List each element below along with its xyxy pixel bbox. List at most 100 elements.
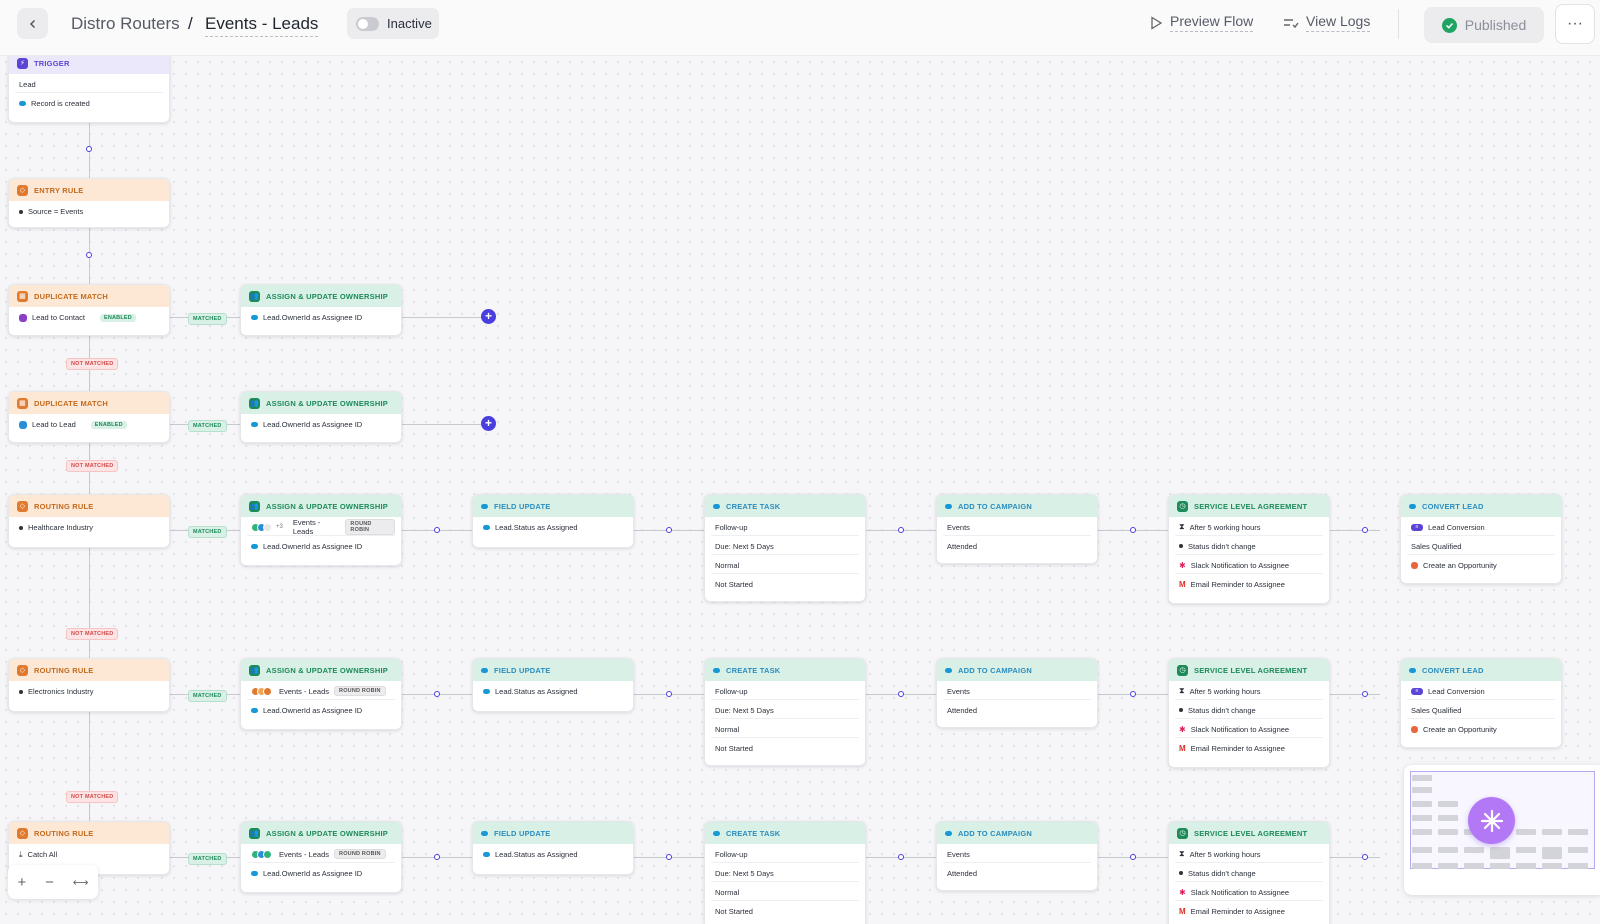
matched-label: MATCHED — [188, 420, 227, 432]
salesforce-icon — [19, 101, 26, 106]
slack-icon: ✱ — [1179, 560, 1186, 570]
add-step-button[interactable]: + — [481, 309, 496, 324]
duplicate-match-node[interactable]: ▦ DUPLICATE MATCH Lead to Lead ENABLED — [8, 391, 170, 443]
duplicate-icon: ▦ — [17, 397, 28, 409]
salesforce-icon — [251, 871, 258, 876]
add-to-campaign-node[interactable]: ADD TO CAMPAIGN Events Attended — [936, 658, 1098, 728]
active-toggle[interactable]: Inactive — [347, 8, 439, 39]
add-to-campaign-node[interactable]: ADD TO CAMPAIGN Events Attended — [936, 821, 1098, 891]
row-text: Lead.Status as Assigned — [495, 687, 578, 696]
opportunity-icon — [1411, 726, 1418, 733]
view-logs-button[interactable]: View Logs — [1283, 13, 1371, 32]
trigger-node[interactable]: ⚡ TRIGGER Lead Record is created — [8, 51, 170, 123]
preview-flow-button[interactable]: Preview Flow — [1150, 13, 1254, 32]
node-title: ADD TO CAMPAIGN — [958, 501, 1032, 511]
node-row: Lead.OwnerId as Assignee ID — [247, 538, 395, 555]
salesforce-icon — [481, 503, 488, 509]
row-text: After 5 working hours — [1189, 686, 1261, 696]
zoom-in-button[interactable]: + — [17, 874, 26, 891]
breadcrumb-parent[interactable]: Distro Routers — [71, 14, 180, 34]
sla-node[interactable]: ◷ SERVICE LEVEL AGREEMENT ⧗ After 5 worki… — [1168, 821, 1330, 924]
avatar — [263, 522, 272, 532]
assignee-avatars — [251, 849, 272, 859]
flow-title[interactable]: Events - Leads — [205, 14, 319, 37]
round-robin-badge: ROUND ROBIN — [334, 849, 386, 859]
assign-ownership-node[interactable]: 👥 ASSIGN & UPDATE OWNERSHIP Events - Lea… — [240, 658, 402, 730]
fit-view-button[interactable]: ⟷ — [73, 876, 89, 889]
node-title: CREATE TASK — [726, 665, 781, 675]
bullet-icon — [1179, 871, 1183, 875]
bullet-icon — [1179, 708, 1183, 712]
rule-icon: ◇ — [17, 664, 28, 676]
convert-lead-node[interactable]: CONVERT LEAD ≡ Lead Conversion Sales Qual… — [1400, 494, 1562, 584]
zoom-out-button[interactable]: − — [45, 874, 54, 891]
hourglass-icon: ⧗ — [1179, 522, 1185, 531]
salesforce-icon — [945, 503, 952, 509]
convert-lead-node[interactable]: CONVERT LEAD ≡ Lead Conversion Sales Qual… — [1400, 658, 1562, 748]
connector-dot — [1130, 527, 1136, 533]
node-row: Events - Leads ROUND ROBIN — [247, 683, 395, 700]
routing-rule-node[interactable]: ◇ ROUTING RULE Healthcare Industry — [8, 494, 170, 548]
sla-node[interactable]: ◷ SERVICE LEVEL AGREEMENT ⧗ After 5 worki… — [1168, 494, 1330, 604]
create-task-node[interactable]: CREATE TASK Follow-up Due: Next 5 Days N… — [704, 658, 866, 766]
node-header: 👥 ASSIGN & UPDATE OWNERSHIP — [241, 392, 401, 414]
flow-canvas[interactable] — [0, 56, 1600, 924]
assign-ownership-node[interactable]: 👥 ASSIGN & UPDATE OWNERSHIP +3 Events - … — [240, 494, 402, 566]
node-header: FIELD UPDATE — [473, 659, 633, 681]
published-status-button[interactable]: Published — [1424, 7, 1544, 43]
row-text: Attended — [947, 706, 978, 715]
queue-name: Events - Leads — [292, 518, 321, 536]
node-header: ◷ SERVICE LEVEL AGREEMENT — [1169, 495, 1329, 517]
users-icon: 👥 — [249, 397, 260, 409]
node-row: Lead to Contact ENABLED — [15, 309, 163, 326]
node-header: CREATE TASK — [705, 495, 865, 517]
connector-dot — [434, 527, 440, 533]
connector-dot — [898, 691, 904, 697]
field-update-node[interactable]: FIELD UPDATE Lead.Status as Assigned — [472, 494, 634, 548]
node-row: Events — [943, 683, 1091, 700]
sla-node[interactable]: ◷ SERVICE LEVEL AGREEMENT ⧗ After 5 worki… — [1168, 658, 1330, 768]
duplicate-match-node[interactable]: ▦ DUPLICATE MATCH Lead to Contact ENABLED — [8, 284, 170, 336]
node-title: FIELD UPDATE — [494, 828, 551, 838]
entry-rule-node[interactable]: ◇ ENTRY RULE Source = Events — [8, 178, 170, 228]
connector-dot — [1130, 854, 1136, 860]
row-text: Slack Notification to Assignee — [1190, 724, 1290, 734]
field-update-node[interactable]: FIELD UPDATE Lead.Status as Assigned — [472, 658, 634, 712]
node-title: CONVERT LEAD — [1422, 665, 1484, 675]
check-circle-icon — [1441, 17, 1457, 33]
bullet-icon — [1179, 544, 1183, 548]
node-row: ⧗ After 5 working hours — [1175, 846, 1323, 863]
assign-ownership-node[interactable]: 👥 ASSIGN & UPDATE OWNERSHIP Lead.OwnerId… — [240, 391, 402, 443]
node-title: DUPLICATE MATCH — [34, 398, 108, 408]
rule-icon: ◇ — [17, 827, 28, 839]
assign-ownership-node[interactable]: 👥 ASSIGN & UPDATE OWNERSHIP Events - Lea… — [240, 821, 402, 893]
node-row: Create an Opportunity — [1407, 721, 1555, 738]
add-step-button[interactable]: + — [481, 416, 496, 431]
row-text: Electronics Industry — [28, 687, 94, 696]
node-row: Not Started — [711, 576, 859, 593]
routing-rule-node[interactable]: ◇ ROUTING RULE Electronics Industry — [8, 658, 170, 712]
more-options-button[interactable]: ··· — [1555, 4, 1595, 44]
assign-ownership-node[interactable]: 👥 ASSIGN & UPDATE OWNERSHIP Lead.OwnerId… — [240, 284, 402, 336]
node-row: Follow-up — [711, 683, 859, 700]
back-button[interactable] — [17, 8, 48, 39]
salesforce-icon — [251, 315, 258, 320]
hourglass-icon: ⧗ — [1179, 849, 1185, 858]
add-to-campaign-node[interactable]: ADD TO CAMPAIGN Events Attended — [936, 494, 1098, 564]
row-text: Lead.OwnerId as Assignee ID — [263, 313, 363, 322]
row-text: Attended — [947, 542, 978, 551]
connector-dot — [86, 146, 92, 152]
create-task-node[interactable]: CREATE TASK Follow-up Due: Next 5 Days N… — [704, 494, 866, 602]
field-update-node[interactable]: FIELD UPDATE Lead.Status as Assigned — [472, 821, 634, 875]
node-header: ◇ ROUTING RULE — [9, 659, 169, 681]
node-row: ✱ Slack Notification to Assignee — [1175, 884, 1323, 901]
row-text: Source = Events — [28, 207, 84, 216]
row-text: Email Reminder to Assignee — [1190, 744, 1285, 753]
create-task-node[interactable]: CREATE TASK Follow-up Due: Next 5 Days N… — [704, 821, 866, 924]
row-text: Sales Qualified — [1411, 705, 1462, 715]
rule-icon: ◇ — [17, 500, 28, 512]
salesforce-icon — [481, 667, 488, 673]
ai-assistant-button[interactable] — [1468, 797, 1515, 844]
node-row: Lead to Lead ENABLED — [15, 416, 163, 433]
toggle-switch[interactable] — [356, 16, 379, 31]
